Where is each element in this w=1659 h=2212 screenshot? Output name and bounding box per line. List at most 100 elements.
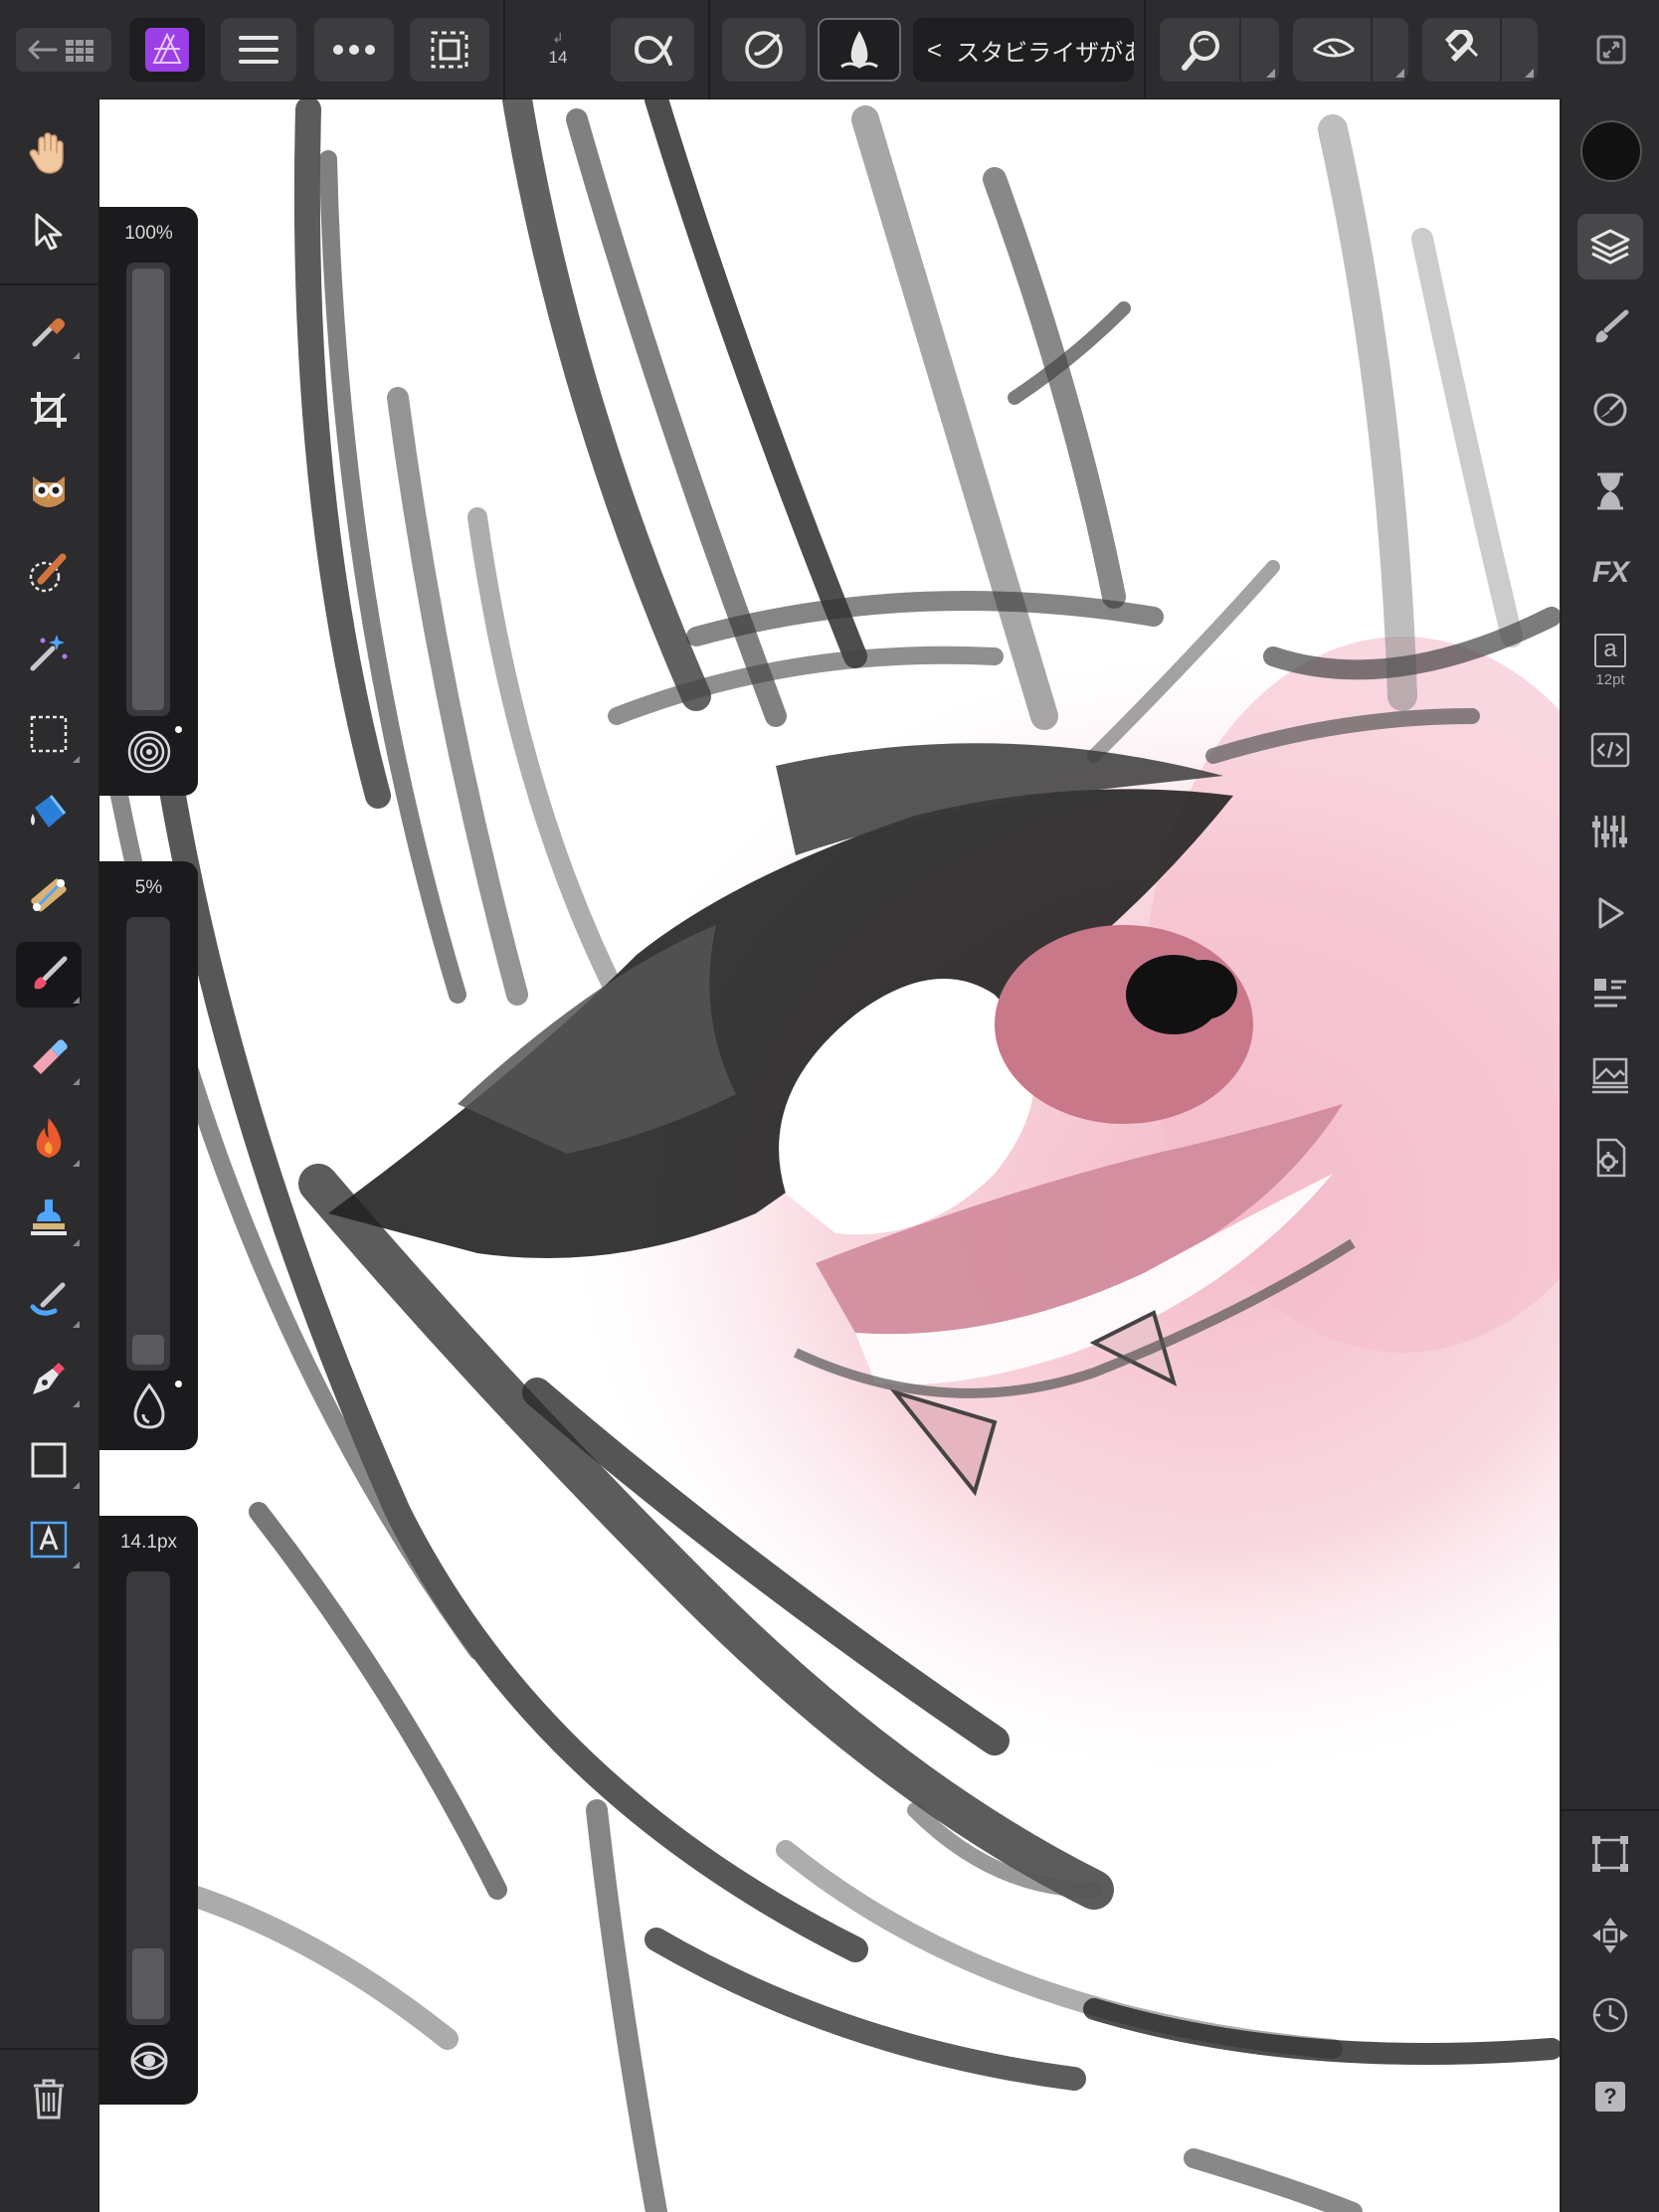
marquee-icon bbox=[30, 715, 68, 753]
opacity-value: 100% bbox=[124, 223, 173, 244]
flood-select-tool[interactable] bbox=[16, 620, 82, 685]
flow-value: 5% bbox=[134, 877, 163, 898]
clock-icon bbox=[1592, 1997, 1628, 2033]
dropdown-corner-icon bbox=[73, 352, 80, 359]
color-wheel-icon bbox=[1593, 393, 1627, 427]
fx-icon: FX bbox=[1591, 556, 1629, 589]
view-tool[interactable] bbox=[16, 120, 82, 186]
stock-panel-button[interactable] bbox=[1577, 1043, 1643, 1109]
dropdown-corner-icon bbox=[73, 756, 80, 763]
history-panel-button[interactable] bbox=[1577, 459, 1643, 524]
more-options-button[interactable] bbox=[314, 18, 394, 82]
adjustments-panel-button[interactable] bbox=[1577, 962, 1643, 1027]
pen-tool[interactable] bbox=[16, 1346, 82, 1411]
brush-icon bbox=[1595, 309, 1629, 343]
dropdown-corner-icon bbox=[73, 1321, 80, 1328]
droplet-icon bbox=[133, 1382, 165, 1429]
persona-switcher-button[interactable] bbox=[129, 18, 205, 82]
opacity-slider[interactable]: 100% bbox=[99, 207, 198, 796]
artwork-drawing bbox=[99, 99, 1560, 2212]
gradient-tool[interactable] bbox=[16, 862, 82, 928]
width-pressure-button[interactable] bbox=[123, 2035, 175, 2087]
document-settings-button[interactable] bbox=[1577, 1125, 1643, 1191]
brush-size-indicator[interactable]: ↲ 14 bbox=[517, 20, 599, 82]
alpha-icon bbox=[634, 35, 672, 66]
dropdown-corner-icon bbox=[73, 1400, 80, 1407]
flood-fill-tool[interactable] bbox=[16, 781, 82, 846]
back-to-gallery-button[interactable] bbox=[16, 28, 111, 72]
navigator-panel-button[interactable] bbox=[1577, 1903, 1643, 1968]
brushes-panel-button[interactable] bbox=[1577, 295, 1643, 361]
paint-brush-tool[interactable] bbox=[16, 942, 82, 1008]
dodge-burn-tool[interactable] bbox=[16, 1105, 82, 1171]
text-styles-panel-button[interactable]: a 12pt bbox=[1577, 620, 1643, 701]
owl-icon bbox=[33, 476, 65, 507]
selection-frame-icon bbox=[431, 31, 468, 69]
snapshots-panel-button[interactable] bbox=[1577, 1982, 1643, 2048]
flow-fill bbox=[132, 1335, 164, 1365]
selection-brush-icon bbox=[29, 553, 67, 593]
play-macro-button[interactable] bbox=[1577, 880, 1643, 946]
top-toolbar: ↲ 14 < スタビライザがあ bbox=[0, 0, 1659, 99]
rectangle-tool[interactable] bbox=[16, 1427, 82, 1493]
red-eye-tool[interactable] bbox=[16, 459, 82, 524]
flow-slider[interactable]: 5% bbox=[99, 861, 198, 1450]
width-value: 14.1px bbox=[119, 1532, 178, 1553]
clone-brush-tool[interactable] bbox=[16, 1185, 82, 1250]
magnifier-icon bbox=[1182, 31, 1219, 71]
opacity-track[interactable] bbox=[126, 263, 170, 716]
layers-panel-button[interactable] bbox=[1577, 214, 1643, 279]
selection-options-button[interactable] bbox=[410, 18, 489, 82]
flame-icon bbox=[36, 1118, 62, 1158]
preview-mode-button[interactable] bbox=[1293, 18, 1408, 82]
stabilizer-hint-banner[interactable]: < スタビライザがあ bbox=[913, 18, 1134, 82]
hand-icon bbox=[29, 132, 64, 174]
help-button[interactable]: ? bbox=[1577, 2064, 1643, 2129]
pointer-icon bbox=[35, 213, 63, 251]
move-tool[interactable] bbox=[16, 200, 82, 266]
layers-icon bbox=[1590, 229, 1630, 265]
snapping-button[interactable] bbox=[1422, 18, 1538, 82]
width-track[interactable] bbox=[126, 1571, 170, 2025]
channels-panel-button[interactable] bbox=[1577, 799, 1643, 864]
wet-edges-toggle-button[interactable] bbox=[818, 18, 901, 82]
wet-drop-icon bbox=[840, 31, 878, 69]
affinity-photo-logo-icon bbox=[145, 28, 189, 72]
color-panel-button[interactable] bbox=[1577, 377, 1643, 443]
smudge-tool[interactable] bbox=[16, 1266, 82, 1332]
move-arrows-icon bbox=[1592, 1918, 1628, 1953]
brush-size-value: 14 bbox=[548, 48, 568, 67]
opacity-pressure-button[interactable] bbox=[123, 726, 175, 778]
opacity-fill bbox=[132, 269, 164, 710]
selection-brush-tool[interactable] bbox=[16, 540, 82, 606]
rail-divider bbox=[1562, 1809, 1659, 1811]
rail-divider bbox=[0, 2048, 98, 2050]
erase-brush-tool[interactable] bbox=[16, 1023, 82, 1089]
dropdown-corner-icon bbox=[73, 997, 80, 1004]
document-canvas[interactable] bbox=[99, 99, 1560, 2212]
toolbar-divider bbox=[708, 0, 710, 98]
main-menu-button[interactable] bbox=[221, 18, 296, 82]
primary-color-swatch[interactable] bbox=[1580, 120, 1642, 182]
width-slider[interactable]: 14.1px bbox=[99, 1516, 198, 2105]
flow-pressure-button[interactable] bbox=[123, 1381, 175, 1432]
artistic-text-tool[interactable] bbox=[16, 1507, 82, 1572]
macro-panel-button[interactable] bbox=[1577, 717, 1643, 783]
color-picker-tool[interactable] bbox=[16, 297, 82, 363]
pen-nib-icon bbox=[33, 1363, 65, 1394]
dropdown-corner-icon bbox=[73, 1078, 80, 1085]
eraser-icon bbox=[33, 1039, 68, 1074]
stabilizer-hint-text: スタビライザがあ bbox=[956, 39, 1134, 67]
eye-icon bbox=[1312, 38, 1356, 58]
transform-panel-button[interactable] bbox=[1577, 1821, 1643, 1887]
zoom-button[interactable] bbox=[1160, 18, 1279, 82]
dropdown-corner-icon bbox=[73, 1239, 80, 1246]
stabilizer-toggle-button[interactable] bbox=[722, 18, 806, 82]
flow-track[interactable] bbox=[126, 917, 170, 1371]
marquee-tool[interactable] bbox=[16, 701, 82, 767]
fullscreen-button[interactable] bbox=[1581, 18, 1641, 82]
crop-tool[interactable] bbox=[16, 377, 82, 443]
delete-button[interactable] bbox=[16, 2066, 82, 2131]
blend-mode-button[interactable] bbox=[611, 18, 694, 82]
fx-panel-button[interactable]: FX bbox=[1577, 540, 1643, 606]
